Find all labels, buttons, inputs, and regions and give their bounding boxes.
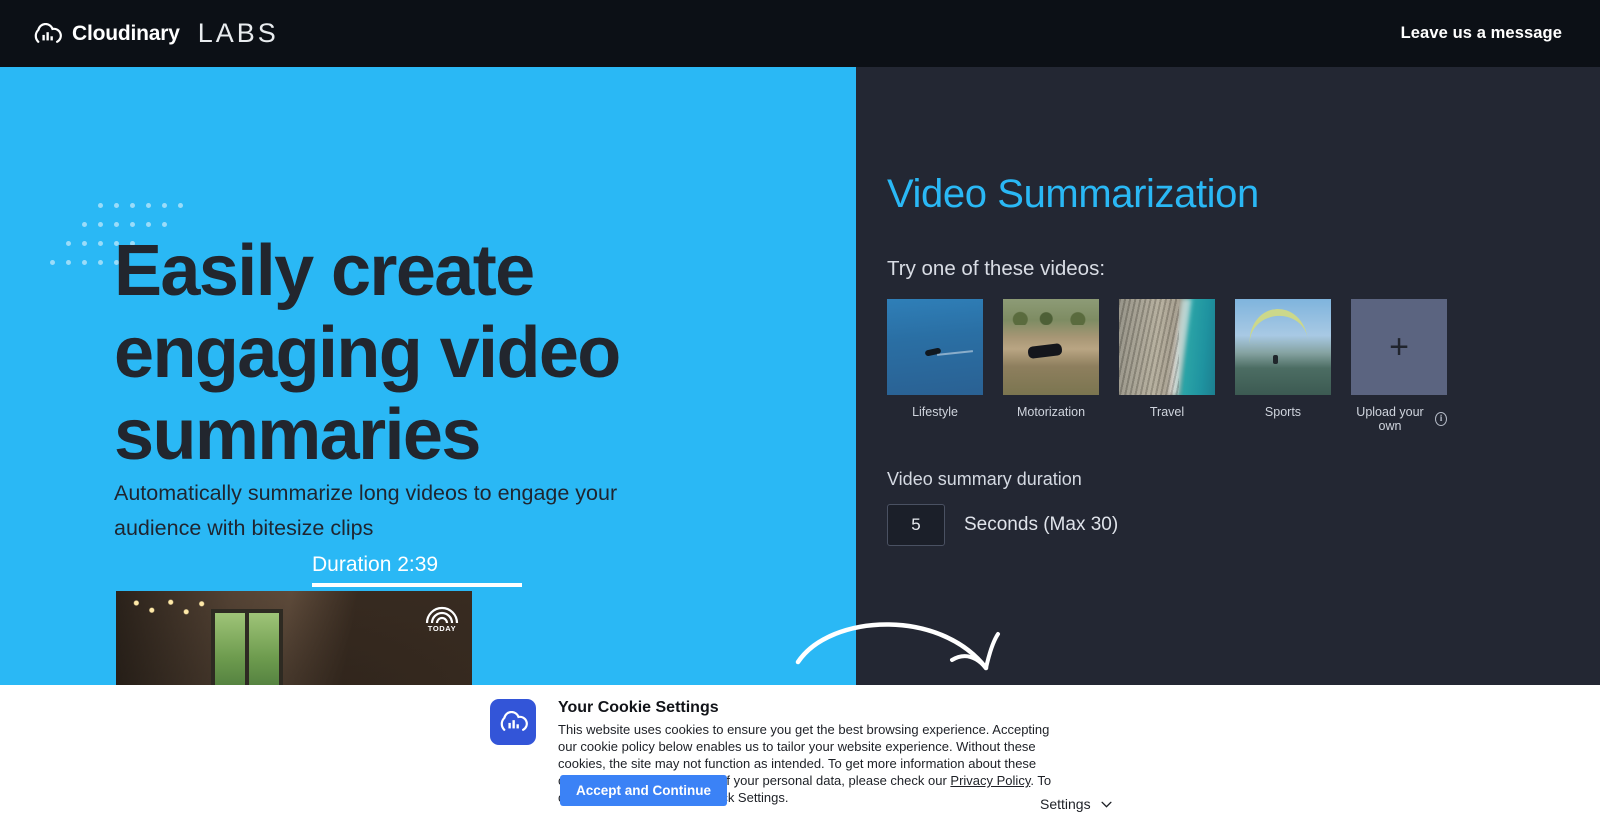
thumbnail-caption: Travel (1149, 405, 1185, 419)
cookie-banner-logo (490, 699, 536, 745)
cookie-banner-title: Your Cookie Settings (558, 699, 719, 716)
thumbnail-motorization[interactable]: Motorization (1003, 299, 1099, 433)
cloudinary-cloud-icon (34, 22, 62, 43)
cloudinary-cloud-icon (500, 711, 528, 731)
source-video-duration-label: Duration 2:39 (312, 553, 439, 576)
string-lights-detail (126, 595, 212, 635)
today-watermark: TODAY (422, 599, 462, 633)
motorization-thumbnail-image (1003, 299, 1099, 395)
sample-video-thumbnails: Lifestyle Motorization Travel Sports + U… (887, 299, 1447, 433)
top-navigation-bar: Cloudinary LABS Leave us a message (0, 0, 1600, 67)
thumbnail-sports[interactable]: Sports (1235, 299, 1331, 433)
travel-thumbnail-image (1119, 299, 1215, 395)
source-video-duration-bar (312, 583, 522, 587)
video-summary-duration-label: Video summary duration (887, 469, 1082, 489)
brand-name: Cloudinary (72, 21, 180, 45)
cookie-settings-button[interactable]: Settings (1040, 796, 1112, 812)
upload-caption-text: Upload your own (1356, 405, 1424, 433)
cookie-consent-banner: Your Cookie Settings This website uses c… (0, 685, 1600, 840)
rainbow-arc-icon (425, 606, 459, 624)
brand-logo[interactable]: Cloudinary LABS (32, 18, 279, 49)
plus-icon: + (1389, 328, 1409, 366)
thumbnail-caption-upload: Upload your own i (1351, 405, 1447, 433)
hero-headline: Easily create engaging video summaries (114, 231, 621, 475)
duration-unit-label: Seconds (Max 30) (964, 514, 1119, 535)
upload-tile[interactable]: + (1351, 299, 1447, 395)
today-watermark-text: TODAY (427, 624, 457, 633)
cookie-settings-label: Settings (1040, 796, 1091, 812)
video-summary-duration-row: Seconds (Max 30) (887, 504, 1118, 546)
chevron-down-icon (1101, 801, 1112, 808)
info-icon[interactable]: i (1435, 412, 1447, 426)
lifestyle-thumbnail-image (887, 299, 983, 395)
thumbnail-lifestyle[interactable]: Lifestyle (887, 299, 983, 433)
duration-input[interactable] (887, 504, 945, 546)
thumbnail-caption: Sports (1264, 405, 1302, 419)
app-root: Cloudinary LABS Leave us a message Easil… (0, 0, 1600, 840)
brand-sub-label: LABS (197, 18, 279, 48)
thumbnail-caption: Lifestyle (912, 405, 958, 419)
leave-us-a-message-link[interactable]: Leave us a message (1401, 24, 1562, 43)
thumbnail-upload-your-own[interactable]: + Upload your own i (1351, 299, 1447, 433)
privacy-policy-link[interactable]: Privacy Policy (950, 773, 1030, 788)
try-videos-label: Try one of these videos: (887, 257, 1106, 280)
thumbnail-caption: Motorization (1016, 405, 1086, 419)
hero-subheadline: Automatically summarize long videos to e… (114, 481, 618, 540)
sports-thumbnail-image (1235, 299, 1331, 395)
accept-and-continue-button[interactable]: Accept and Continue (560, 775, 728, 806)
thumbnail-travel[interactable]: Travel (1119, 299, 1215, 433)
page-title: Video Summarization (887, 172, 1259, 216)
